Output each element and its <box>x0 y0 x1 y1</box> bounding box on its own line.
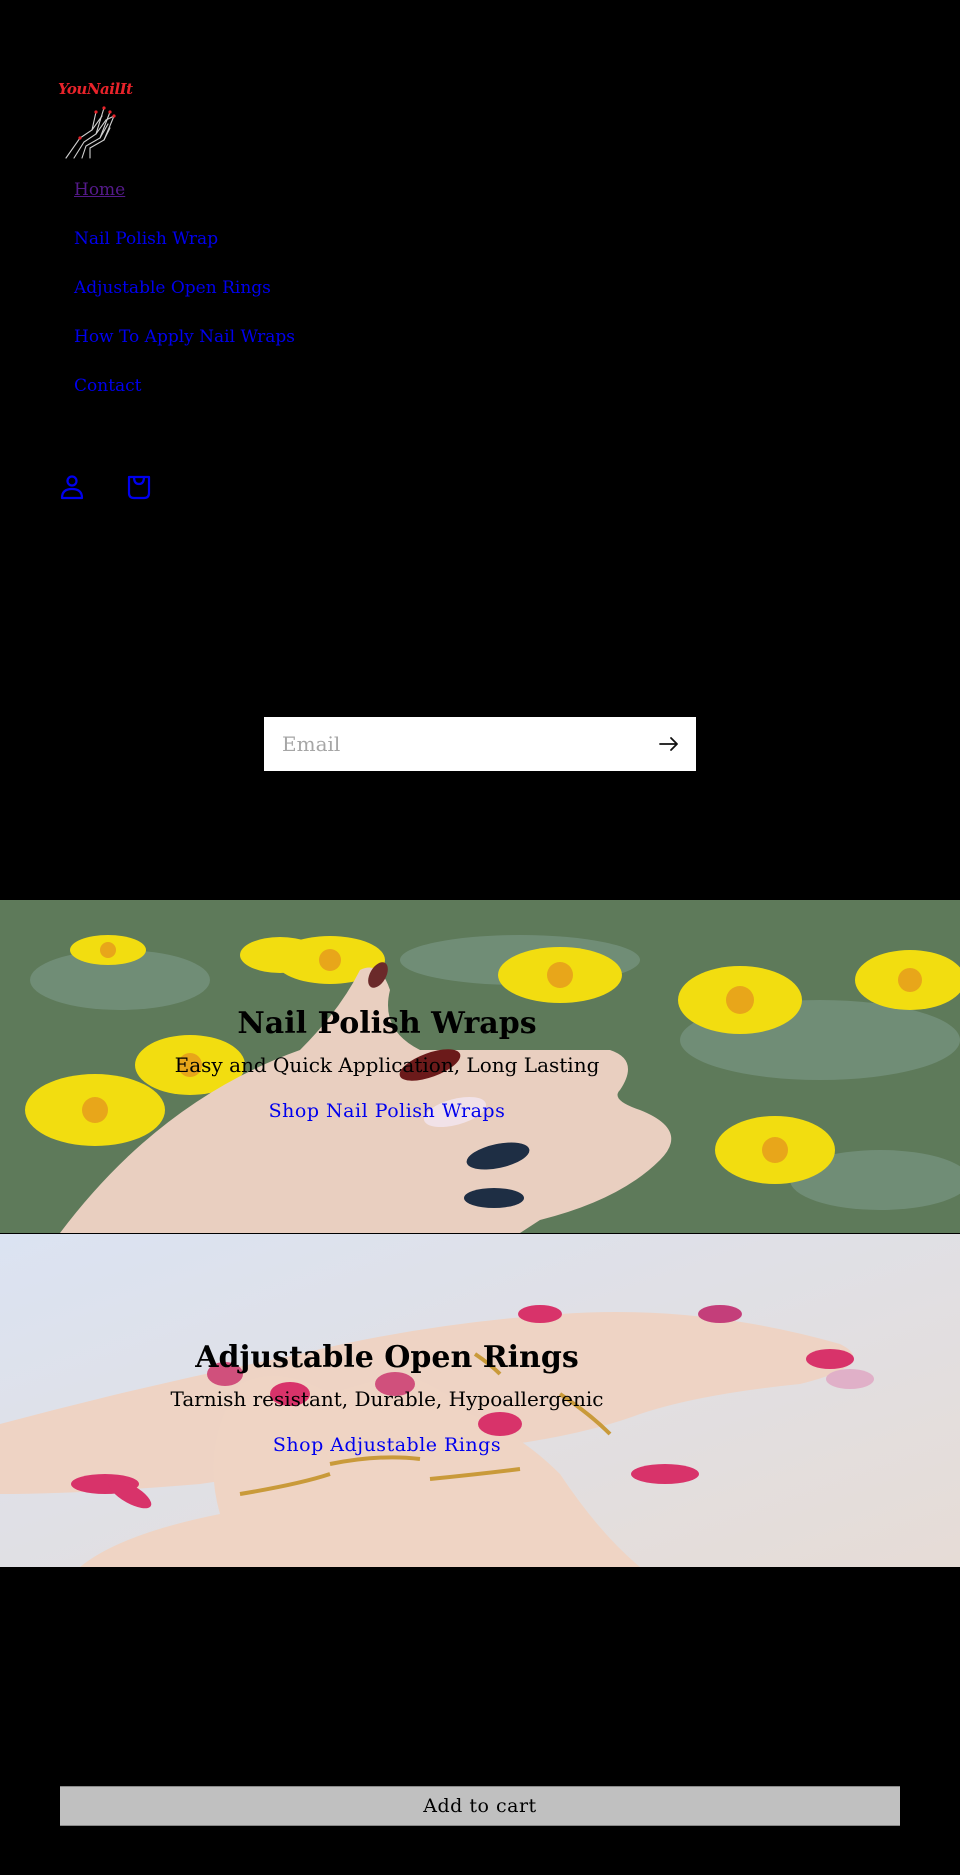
banner-subtitle: Easy and Quick Application, Long Lasting <box>174 1053 600 1077</box>
newsletter-form <box>264 717 696 771</box>
nav-item-nail-polish-wrap[interactable]: Nail Polish Wrap <box>74 219 295 268</box>
brand-logo[interactable]: YouNailIt <box>58 80 133 160</box>
cart-icon <box>127 475 151 500</box>
hand-logo-icon <box>65 106 116 159</box>
banner-title: Adjustable Open Rings <box>195 1340 579 1375</box>
banner-title: Nail Polish Wraps <box>237 1006 537 1041</box>
brand-logo-text: YouNailIt <box>58 80 133 98</box>
subscribe-button[interactable] <box>656 731 682 757</box>
add-to-cart-button[interactable]: Add to cart <box>60 1786 900 1826</box>
main-navigation: Home Nail Polish Wrap Adjustable Open Ri… <box>74 170 295 415</box>
account-icon <box>60 475 84 500</box>
nav-item-adjustable-open-rings[interactable]: Adjustable Open Rings <box>74 268 295 317</box>
cart-button[interactable] <box>124 472 154 502</box>
nav-item-how-to-apply[interactable]: How To Apply Nail Wraps <box>74 317 295 366</box>
banner-nail-polish-wraps: Nail Polish Wraps Easy and Quick Applica… <box>0 900 960 1233</box>
nav-item-home[interactable]: Home <box>74 170 295 219</box>
email-input[interactable] <box>264 717 642 771</box>
banner-subtitle: Tarnish resistant, Durable, Hypoallergen… <box>170 1387 604 1411</box>
nav-item-contact[interactable]: Contact <box>74 366 295 415</box>
shop-adjustable-rings-link[interactable]: Shop Adjustable Rings <box>0 1434 774 1456</box>
banner-adjustable-rings: Adjustable Open Rings Tarnish resistant,… <box>0 1234 960 1567</box>
arrow-right-icon <box>659 737 678 751</box>
account-button[interactable] <box>57 472 87 502</box>
shop-nail-polish-wraps-link[interactable]: Shop Nail Polish Wraps <box>0 1100 774 1122</box>
